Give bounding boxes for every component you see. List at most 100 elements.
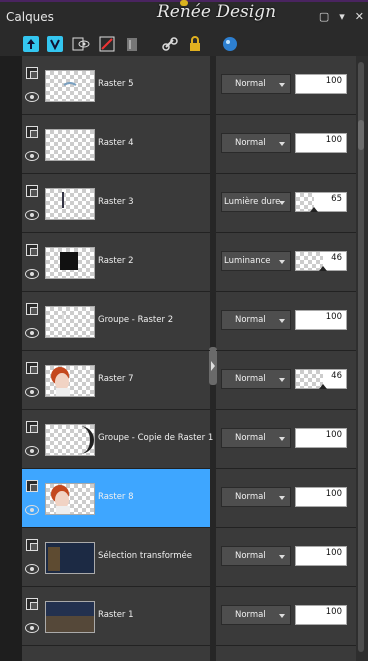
layer-type-icon[interactable]: [26, 362, 38, 374]
opacity-slider[interactable]: 100: [295, 133, 347, 153]
blend-mode-select[interactable]: Normal: [221, 546, 291, 566]
layer-properties-row: Normal 100: [216, 56, 356, 115]
layer-thumbnail: [45, 542, 95, 574]
window-buttons: ▢ ▾ ✕: [319, 10, 364, 23]
opacity-marker[interactable]: [319, 384, 327, 389]
layer-name: Raster 3: [98, 197, 134, 207]
dropdown-arrow-icon: [279, 260, 285, 264]
layer-properties-row: Luminance 46: [216, 233, 356, 292]
dropdown-arrow-icon: [279, 437, 285, 441]
visibility-eye-icon[interactable]: [25, 151, 39, 161]
layer-type-icon[interactable]: [26, 185, 38, 197]
blend-mode-select[interactable]: Normal: [221, 369, 291, 389]
link-icon[interactable]: [160, 34, 180, 54]
opacity-marker[interactable]: [309, 207, 318, 212]
opacity-slider[interactable]: 65: [295, 192, 347, 212]
opacity-slider[interactable]: 46: [295, 251, 347, 271]
blend-mode-select[interactable]: Normal: [221, 487, 291, 507]
opacity-marker[interactable]: [319, 266, 327, 271]
opacity-value: 65: [331, 194, 342, 204]
palette-title: Calques: [6, 10, 54, 24]
new-adjustment-layer-icon[interactable]: [71, 34, 91, 54]
layer-type-icon[interactable]: [26, 480, 38, 492]
dropdown-arrow-icon: [279, 83, 285, 87]
visibility-eye-icon[interactable]: [25, 328, 39, 338]
visibility-eye-icon[interactable]: [25, 623, 39, 633]
layer-type-icon[interactable]: [26, 126, 38, 138]
opacity-value: 100: [325, 135, 342, 145]
layer-type-icon[interactable]: [26, 539, 38, 551]
opacity-slider[interactable]: 100: [295, 74, 347, 94]
dropdown-arrow-icon: [279, 319, 285, 323]
opacity-slider[interactable]: 100: [295, 546, 347, 566]
scrollbar-grip[interactable]: [358, 120, 364, 150]
blend-mode-select[interactable]: Normal: [221, 310, 291, 330]
layer-properties-row: Lumière dure 65: [216, 174, 356, 233]
blend-mode-value: Normal: [235, 138, 266, 148]
blend-mode-select[interactable]: Normal: [221, 428, 291, 448]
visibility-eye-icon[interactable]: [25, 269, 39, 279]
lock-icon[interactable]: [185, 34, 205, 54]
layer-type-icon[interactable]: [26, 67, 38, 79]
visibility-eye-icon[interactable]: [25, 387, 39, 397]
blend-mode-select[interactable]: Lumière dure: [221, 192, 291, 212]
dropdown-arrow-icon: [279, 378, 285, 382]
layer-name: Raster 1: [98, 610, 134, 620]
layer-properties-row: Normal 100: [216, 410, 356, 469]
layer-row[interactable]: Raster 3: [22, 174, 210, 233]
layer-row[interactable]: Sélection transformée: [22, 528, 210, 587]
opacity-slider[interactable]: 100: [295, 428, 347, 448]
layer-thumbnail: [45, 365, 95, 397]
layer-properties-row: Normal 100: [216, 469, 356, 528]
opacity-value: 100: [325, 607, 342, 617]
opacity-slider[interactable]: 100: [295, 487, 347, 507]
layer-type-icon[interactable]: [26, 244, 38, 256]
layer-thumbnail: [45, 188, 95, 220]
blend-mode-value: Normal: [235, 315, 266, 325]
layer-type-icon[interactable]: [26, 303, 38, 315]
visibility-eye-icon[interactable]: [25, 210, 39, 220]
layer-type-icon[interactable]: [26, 421, 38, 433]
blend-mode-select[interactable]: Normal: [221, 74, 291, 94]
layer-name: Raster 2: [98, 256, 134, 266]
blend-mode-value: Normal: [235, 492, 266, 502]
new-mask-layer-icon[interactable]: [97, 34, 117, 54]
float-button[interactable]: ▢: [319, 10, 329, 23]
blend-mode-value: Normal: [235, 79, 266, 89]
layer-row[interactable]: Raster 1: [22, 587, 210, 646]
layer-name: Raster 7: [98, 374, 134, 384]
layer-type-icon[interactable]: [26, 598, 38, 610]
layer-row[interactable]: Groupe - Raster 2: [22, 292, 210, 351]
blend-mode-select[interactable]: Normal: [221, 133, 291, 153]
dropdown-arrow-icon: [279, 496, 285, 500]
palette-icon[interactable]: [220, 34, 240, 54]
close-button[interactable]: ✕: [355, 10, 364, 23]
layer-thumbnail: [45, 306, 95, 338]
visibility-eye-icon[interactable]: [25, 564, 39, 574]
blend-mode-select[interactable]: Normal: [221, 605, 291, 625]
delete-layer-icon[interactable]: [122, 34, 142, 54]
new-raster-layer-icon[interactable]: [21, 34, 41, 54]
new-vector-layer-icon[interactable]: [45, 34, 65, 54]
layer-row[interactable]: Raster 2: [22, 233, 210, 292]
layer-row[interactable]: Raster 4: [22, 115, 210, 174]
opacity-slider[interactable]: 46: [295, 369, 347, 389]
opacity-slider[interactable]: 100: [295, 310, 347, 330]
blend-mode-value: Lumière dure: [224, 197, 281, 207]
layer-row[interactable]: Raster 7: [22, 351, 210, 410]
layer-thumbnail: [45, 247, 95, 279]
layer-name: Raster 5: [98, 79, 134, 89]
visibility-eye-icon[interactable]: [25, 505, 39, 515]
visibility-eye-icon[interactable]: [25, 92, 39, 102]
opacity-value: 46: [331, 371, 342, 381]
blend-mode-select[interactable]: Luminance: [221, 251, 291, 271]
layer-row[interactable]: Raster 8: [22, 469, 210, 528]
layer-row[interactable]: Raster 5: [22, 56, 210, 115]
menu-button[interactable]: ▾: [339, 10, 345, 23]
blend-mode-value: Normal: [235, 374, 266, 384]
opacity-slider[interactable]: 100: [295, 605, 347, 625]
visibility-eye-icon[interactable]: [25, 446, 39, 456]
watermark-logo: Renée Design: [157, 2, 277, 22]
scrollbar-thumb[interactable]: [358, 62, 364, 652]
layer-row[interactable]: Groupe - Copie de Raster 1: [22, 410, 213, 469]
